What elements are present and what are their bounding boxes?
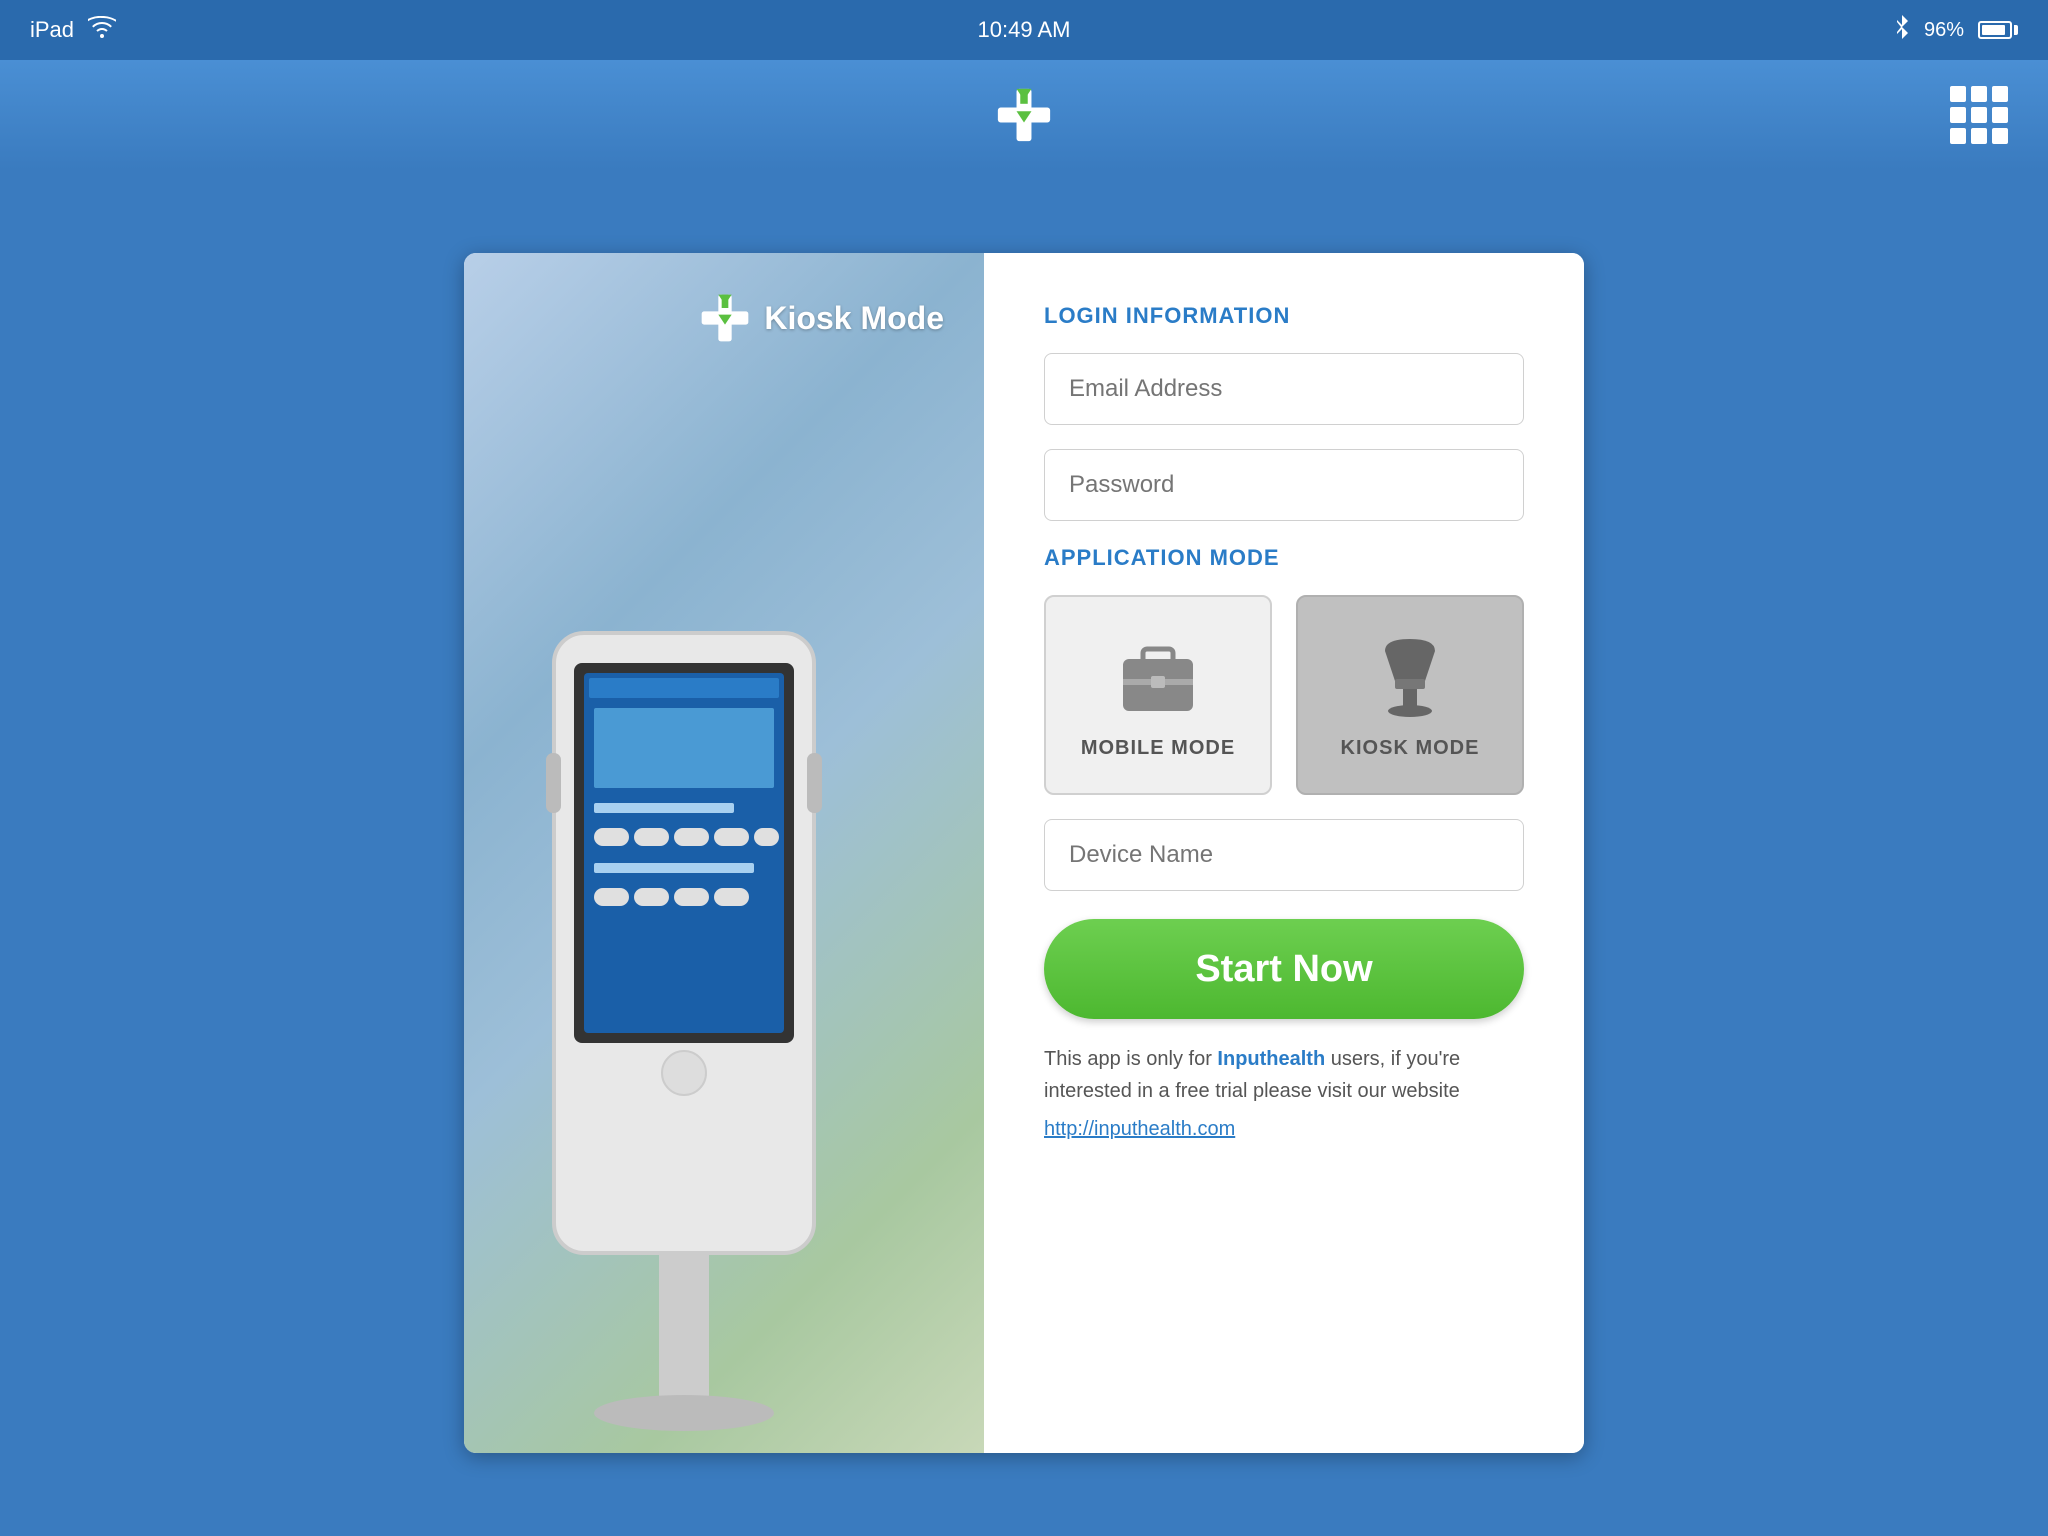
battery-icon [1978,21,2018,39]
left-panel: Kiosk Mode [464,253,984,1453]
main-content: Kiosk Mode [0,170,2048,1536]
kiosk-mode-label-btn: KIOSK MODE [1341,737,1480,760]
mobile-mode-button[interactable]: MOBILE MODE [1044,595,1272,795]
right-panel: LOGIN INFORMATION APPLICATION MODE [984,253,1584,1453]
top-bar [0,60,2048,170]
kiosk-mode-text: Kiosk Mode [764,300,944,337]
email-field[interactable] [1044,353,1524,425]
login-section-label: LOGIN INFORMATION [1044,303,1524,329]
app-mode-label: APPLICATION MODE [1044,545,1524,571]
kiosk-mode-button[interactable]: KIOSK MODE [1296,595,1524,795]
grid-menu-icon[interactable] [1950,86,2008,144]
password-field[interactable] [1044,449,1524,521]
footer-text: This app is only for Inputhealth users, … [1044,1043,1524,1145]
battery-percent: 96% [1924,19,1964,42]
brand-name: Inputhealth [1217,1048,1325,1070]
app-mode-buttons: MOBILE MODE KIOSK MODE [1044,595,1524,795]
kiosk-illustration [494,553,914,1433]
login-section: LOGIN INFORMATION [1044,303,1524,329]
start-now-button[interactable]: Start Now [1044,919,1524,1019]
status-right: 96% [1894,15,2018,45]
website-link[interactable]: http://inputhealth.com [1044,1113,1524,1145]
app-logo [996,87,1052,143]
kiosk-mode-label: Kiosk Mode [700,293,944,343]
footer-intro: This app is only for [1044,1048,1217,1070]
mobile-mode-label: MOBILE MODE [1081,737,1235,760]
ipad-label: iPad [30,17,74,43]
content-card: Kiosk Mode [464,253,1584,1453]
status-bar: iPad 10:49 AM 96% [0,0,2048,60]
bluetooth-icon [1894,15,1910,45]
status-left: iPad [30,16,116,44]
app-mode-section-label: APPLICATION MODE [1044,545,1524,571]
wifi-icon [88,16,116,44]
status-time: 10:49 AM [978,17,1071,43]
device-name-field[interactable] [1044,819,1524,891]
